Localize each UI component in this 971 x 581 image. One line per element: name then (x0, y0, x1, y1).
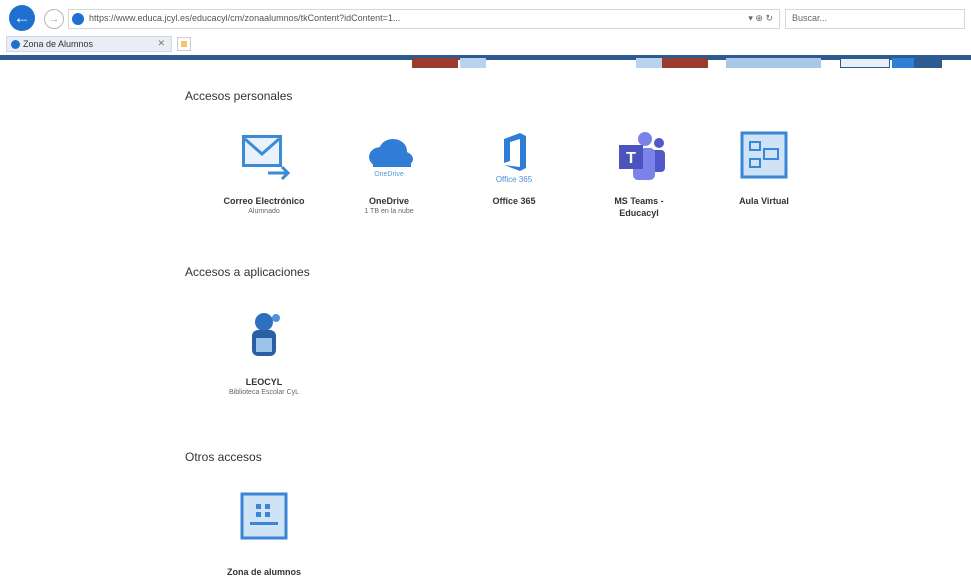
close-icon[interactable]: ✕ (157, 38, 165, 49)
tab-zona-alumnos[interactable]: Zona de Alumnos ✕ (6, 36, 172, 52)
tile-aula-virtual[interactable]: Aula Virtual (699, 127, 829, 207)
nav-segment-1[interactable] (412, 58, 458, 68)
aula-virtual-icon (734, 127, 794, 187)
nav-segment-2[interactable] (460, 58, 486, 68)
tile-office365[interactable]: Office 365 Office 365 (449, 127, 579, 207)
section-title-apps: Accesos a aplicaciones (185, 265, 310, 279)
tile-correo[interactable]: Correo Electrónico Alumnado (199, 127, 329, 216)
tile-label: MS Teams - Educacyl (614, 196, 664, 218)
svg-text:T: T (626, 150, 636, 167)
search-input[interactable]: Buscar... (785, 9, 965, 29)
tab-bar: Zona de Alumnos ✕ (0, 34, 971, 54)
forward-button[interactable]: → (44, 9, 64, 29)
url-field[interactable]: https://www.educa.jcyl.es/educacyl/cm/zo… (68, 9, 780, 29)
tile-label: Zona de alumnos (226, 567, 301, 577)
url-text: https://www.educa.jcyl.es/educacyl/cm/zo… (89, 13, 401, 23)
tile-leocyl[interactable]: LEOCYL Biblioteca Escolar CyL (199, 308, 329, 397)
mail-icon (234, 127, 294, 187)
office365-icon: Office 365 (484, 127, 544, 187)
nav-segment-7[interactable] (892, 58, 914, 68)
onedrive-logo-text: OneDrive (374, 171, 404, 178)
tile-onedrive[interactable]: OneDrive OneDrive 1 TB en la nube (324, 127, 454, 216)
tile-sublabel: Biblioteca Escolar CyL (228, 389, 300, 396)
tile-label: LEOCYL (245, 377, 283, 387)
search-placeholder: Buscar... (792, 13, 828, 23)
tile-label: Correo Electrónico (223, 196, 305, 206)
address-bar: ← → https://www.educa.jcyl.es/educacyl/c… (0, 0, 971, 34)
nav-segment-3[interactable] (636, 58, 662, 68)
refresh-icon[interactable]: ▾ ⊕ ↻ (748, 13, 773, 24)
new-tab-button[interactable] (177, 37, 191, 51)
tab-label: Zona de Alumnos (23, 39, 94, 49)
tile-sublabel: 1 TB en la nube (364, 208, 414, 215)
tab-favicon-icon (11, 40, 20, 49)
tile-teams[interactable]: T MS Teams - Educacyl (574, 127, 704, 219)
back-button[interactable]: ← (9, 5, 35, 31)
nav-segment-4[interactable] (662, 58, 708, 68)
section-title-personal: Accesos personales (185, 89, 293, 103)
onedrive-icon: OneDrive (359, 127, 419, 187)
zona-alumnos-icon (234, 488, 294, 548)
teams-icon: T (609, 127, 669, 187)
site-icon (72, 13, 84, 25)
tile-label: Office 365 (492, 196, 536, 206)
section-title-other: Otros accesos (185, 450, 262, 464)
tile-label: OneDrive (368, 196, 410, 206)
tile-sublabel: Alumnado (248, 208, 280, 215)
tile-zona-alumnos[interactable]: Zona de alumnos (199, 488, 329, 578)
leocyl-icon (234, 308, 294, 368)
office365-logo-text: Office 365 (495, 175, 533, 184)
nav-segment-6[interactable] (840, 58, 890, 68)
nav-segment-5[interactable] (726, 58, 821, 68)
tile-label: Aula Virtual (739, 196, 789, 206)
nav-segment-8[interactable] (914, 58, 942, 68)
